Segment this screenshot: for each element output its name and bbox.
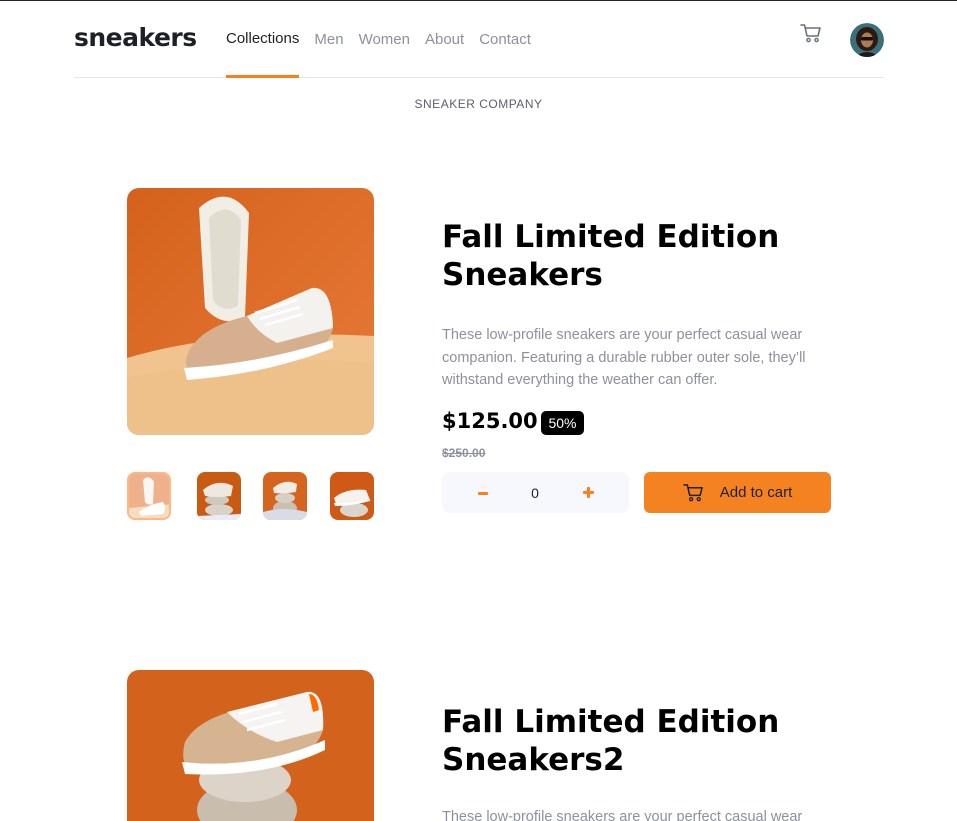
product-main-image[interactable] [127,670,374,821]
product-title-line1: Fall Limited Edition [442,704,780,740]
quantity-value: 0 [531,485,539,501]
thumbnail-1[interactable] [127,472,171,520]
nav-women[interactable]: Women [359,1,410,77]
cart-icon [682,484,703,502]
product-title-line1: Fall Limited Edition [442,219,780,255]
quantity-stepper: 0 [442,472,629,513]
plus-icon[interactable] [577,483,599,503]
product-price: $125.00 [442,409,538,433]
product-title-line2: Sneakers2 [442,742,625,778]
thumbnail-2[interactable] [197,472,241,520]
product-description: These low-profile sneakers are your perf… [442,327,806,388]
nav-about[interactable]: About [425,1,464,77]
site-header: sneakers Collections Men Women About Con… [74,1,884,78]
nav-men[interactable]: Men [314,1,343,77]
nav-contact[interactable]: Contact [479,1,531,77]
product-title: Fall Limited Edition Sneakers2 [442,703,822,779]
product-card: Fall Limited Edition Sneakers These low-… [0,188,957,670]
logo[interactable]: sneakers [74,23,197,52]
user-avatar[interactable] [850,23,884,57]
nav-collections[interactable]: Collections [226,1,300,78]
cart-icon[interactable] [800,23,824,47]
main-nav: Collections Men Women About Contact [226,1,546,78]
minus-icon[interactable] [472,484,494,502]
thumbnail-3[interactable] [263,472,307,520]
original-price: $250.00 [442,446,486,460]
discount-badge: 50% [541,411,584,435]
thumbnail-4[interactable] [330,472,374,520]
company-label: SNEAKER COMPANY [414,97,543,111]
product-title-line2: Sneakers [442,257,603,293]
add-to-cart-button[interactable]: Add to cart [644,472,831,513]
product-description: These low-profile sneakers are your perf… [442,809,803,821]
thumbnail-gallery [127,472,374,520]
add-to-cart-label: Add to cart [719,484,793,501]
product-title: Fall Limited Edition Sneakers [442,218,822,294]
product-card: Fall Limited Edition Sneakers2 These low… [0,670,957,821]
product-main-image[interactable] [127,188,374,435]
